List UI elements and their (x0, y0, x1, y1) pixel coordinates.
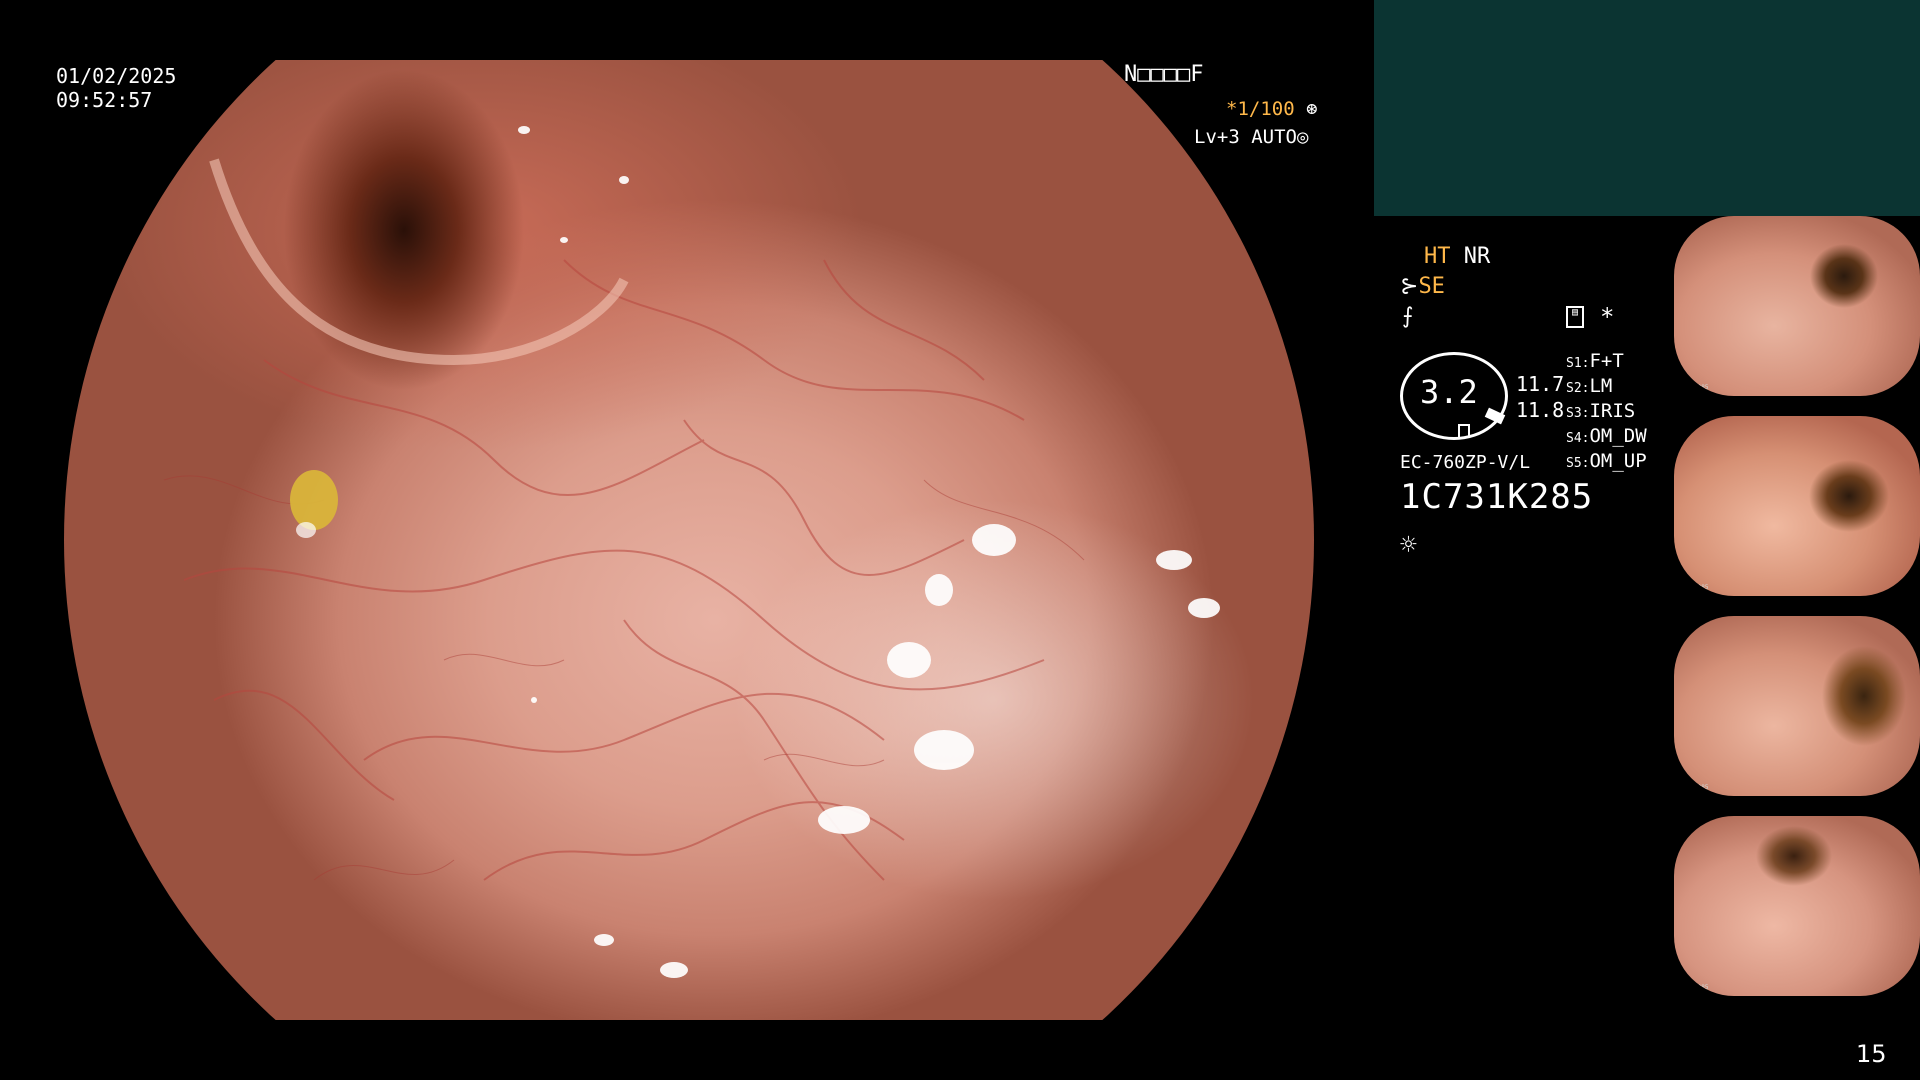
asterisk-indicator: * (1600, 303, 1615, 331)
mucosa-vessel-overlay (163, 126, 1220, 978)
memory-icon: ▤ (1566, 306, 1584, 328)
thumbnail-3[interactable]: 13 1C731K285 (1674, 616, 1920, 796)
date-display: 01/02/2025 (56, 64, 177, 88)
thumbnail-1[interactable]: 11 1C731K285 (1674, 216, 1920, 396)
structure-enhance-icon: ⊱ (1400, 274, 1419, 299)
nr-label: NR (1463, 244, 1491, 269)
scope-model: EC-760ZP-V/L (1400, 452, 1531, 473)
scale-top: 11.7 (1516, 372, 1565, 396)
thumbnail-2[interactable]: 12 1C731K285 (1674, 416, 1920, 596)
endoscopy-main-view (64, 60, 1314, 1020)
scope-value: 3.2 (1420, 373, 1478, 411)
setting-s1: S1:F+T (1566, 350, 1624, 372)
ht-nr-row: HT NR (1424, 244, 1490, 270)
aperture-icon: ⊛ (1306, 98, 1318, 120)
thumbnail-4[interactable]: 14 1C731K285 (1674, 816, 1920, 996)
setting-s2: S2:LM (1566, 375, 1613, 397)
level-value: Lv+3 (1194, 126, 1240, 148)
scope-serial: 1C731K285 (1400, 477, 1594, 517)
se-row: ⊱SE (1400, 274, 1445, 300)
shutter-speed: *1/100 (1226, 98, 1295, 120)
info-box (1374, 0, 1920, 216)
scale-bottom: 11.8 (1516, 398, 1565, 422)
shutter-row: *1/100 ⊛ (1226, 98, 1318, 120)
gauge-notch (1458, 424, 1470, 438)
auto-mode: AUTO (1251, 126, 1297, 148)
level-row: Lv+3 AUTO◎ (1194, 126, 1308, 148)
setting-s5: S5:OM_UP (1566, 450, 1647, 472)
setting-s3: S3:IRIS (1566, 400, 1636, 422)
patient-code: N□□□□F (1124, 62, 1204, 87)
se-label: SE (1418, 274, 1445, 299)
ring-icon: ◎ (1296, 126, 1309, 148)
page-number: 15 (1856, 1040, 1887, 1068)
sun-icon: ☼ (1400, 528, 1417, 561)
ht-label: HT (1424, 244, 1451, 269)
setting-s4: S4:OM_DW (1566, 425, 1647, 447)
time-display: 09:52:57 (56, 88, 153, 112)
filter-icon: ⨍ (1402, 304, 1414, 329)
